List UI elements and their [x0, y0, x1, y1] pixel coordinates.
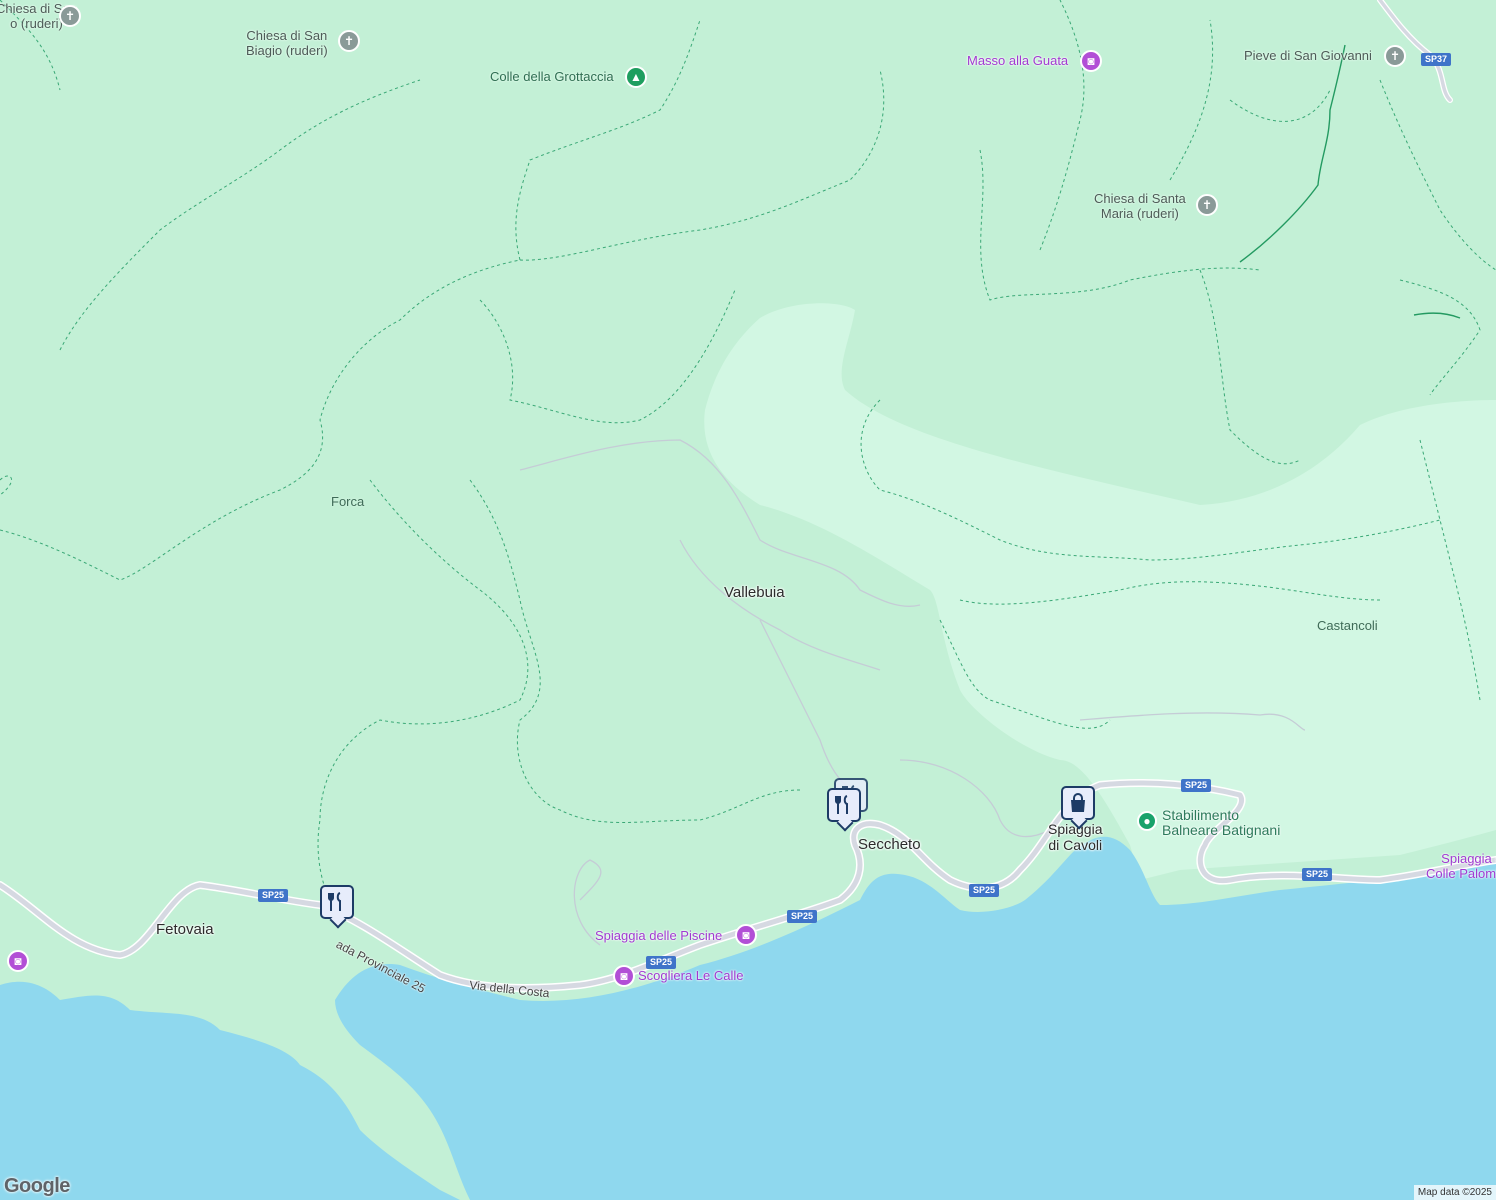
road-shield-sp25: SP25 [969, 884, 1000, 897]
road-shield-sp25: SP25 [258, 889, 289, 902]
shopping-marker[interactable] [1061, 786, 1095, 820]
restaurant-marker[interactable] [827, 788, 861, 822]
poi-label-masso-guata[interactable]: Masso alla Guata [967, 53, 1068, 69]
area-label-forca: Forca [331, 494, 365, 509]
cross-icon[interactable]: ✝ [59, 5, 81, 27]
church-label-san-biagio[interactable]: Chiesa di San Biagio (ruderi) [246, 28, 328, 59]
town-label-vallebuia[interactable]: Vallebuia [724, 584, 785, 601]
shopping-bag-icon [1071, 793, 1085, 812]
poi-label-scogliera-calle[interactable]: Scogliera Le Calle [638, 968, 744, 984]
camera-icon[interactable]: ◙ [7, 950, 29, 972]
poi-label-spiaggia-piscine[interactable]: Spiaggia delle Piscine [595, 928, 722, 944]
cross-icon[interactable]: ✝ [1384, 45, 1406, 67]
road-shield-sp25: SP25 [787, 910, 818, 923]
church-label-pieve-san-giovanni[interactable]: Pieve di San Giovanni [1244, 48, 1372, 64]
tree-icon[interactable]: ▲ [625, 66, 647, 88]
town-label-fetovaia[interactable]: Fetovaia [156, 921, 214, 938]
place-marker-icon[interactable]: ● [1137, 811, 1157, 831]
road-shield-sp25: SP25 [646, 956, 677, 969]
restaurant-marker[interactable] [320, 885, 354, 919]
road-shield-sp25: SP25 [1181, 779, 1212, 792]
road-shield-sp37: SP37 [1421, 53, 1452, 66]
park-label-colle-grottaccia[interactable]: Colle della Grottaccia [490, 69, 614, 85]
poi-label-spiaggia-colle-palombaia[interactable]: Spiaggia di Colle Palombaia [1426, 851, 1496, 882]
road-shield-sp25: SP25 [1302, 868, 1333, 881]
map-attribution[interactable]: Map data ©2025 [1413, 1185, 1496, 1200]
restaurant-icon [835, 795, 848, 814]
cross-icon[interactable]: ✝ [338, 30, 360, 52]
restaurant-icon [328, 892, 341, 911]
area-label-castancoli: Castancoli [1317, 618, 1378, 633]
camera-icon[interactable]: ◙ [613, 965, 635, 987]
town-label-seccheto[interactable]: Seccheto [858, 836, 921, 853]
camera-icon[interactable]: ◙ [1080, 50, 1102, 72]
cross-icon[interactable]: ✝ [1196, 194, 1218, 216]
camera-icon[interactable]: ◙ [735, 924, 757, 946]
google-logo: Google [4, 1175, 70, 1197]
church-label-santa-maria[interactable]: Chiesa di Santa Maria (ruderi) [1094, 191, 1186, 222]
poi-label-stabilimento[interactable]: Stabilimento Balneare Batignani [1162, 807, 1280, 839]
